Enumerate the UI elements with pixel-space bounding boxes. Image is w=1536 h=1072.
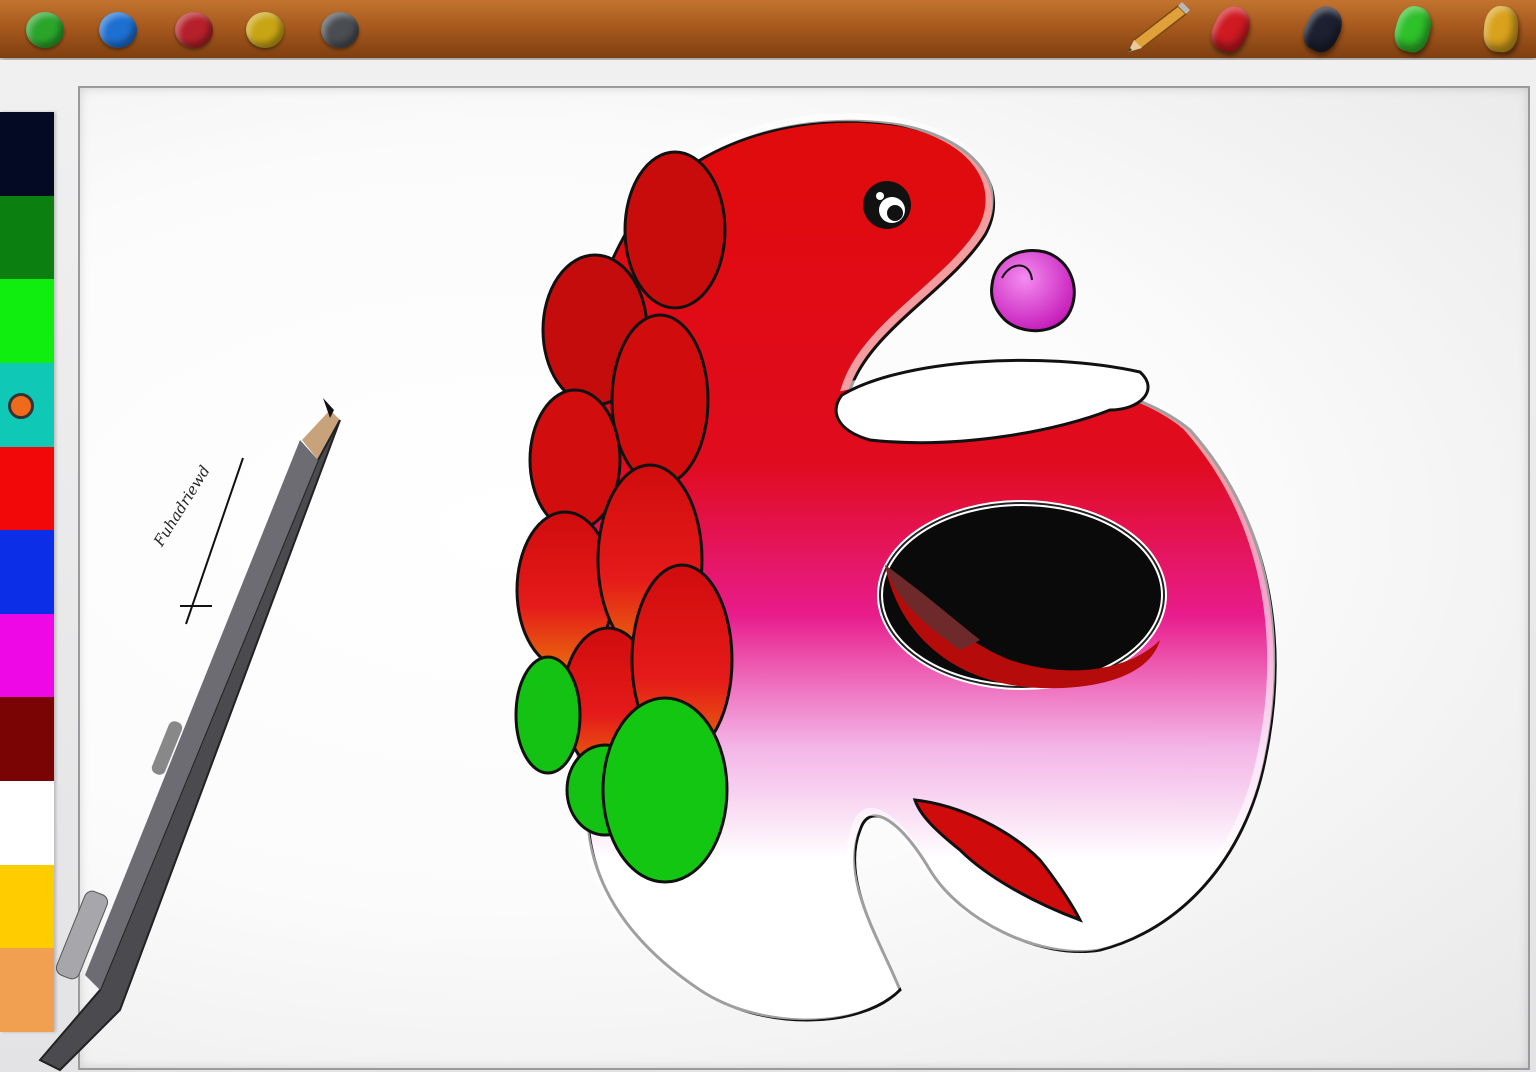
swatch-navy[interactable]	[0, 112, 54, 196]
green-color-dot[interactable]	[26, 12, 64, 48]
drawing-canvas[interactable]	[78, 86, 1530, 1070]
swatch-red[interactable]	[0, 446, 54, 531]
selected-indicator-icon	[8, 392, 34, 419]
swatch-dark-green[interactable]	[0, 195, 54, 280]
swatch-orange[interactable]	[0, 948, 54, 1033]
green-marker[interactable]	[1390, 2, 1436, 56]
swatch-blue[interactable]	[0, 530, 54, 614]
dark-gray-color-dot[interactable]	[321, 12, 359, 48]
yellow-color-dot[interactable]	[246, 12, 284, 48]
red-color-dot[interactable]	[175, 12, 213, 48]
black-marker[interactable]	[1297, 0, 1349, 58]
color-toolbar	[0, 0, 1536, 58]
blue-color-dot[interactable]	[99, 12, 137, 48]
swatch-white[interactable]	[0, 781, 54, 865]
swatch-teal-selected[interactable]	[0, 362, 54, 447]
color-palette	[0, 112, 54, 1033]
swatch-green[interactable]	[0, 279, 54, 363]
swatch-yellow[interactable]	[0, 864, 54, 949]
swatch-maroon[interactable]	[0, 697, 54, 782]
red-marker[interactable]	[1205, 0, 1257, 58]
yellow-marker[interactable]	[1482, 4, 1520, 54]
pencil-icon[interactable]	[1122, 2, 1194, 56]
swatch-magenta[interactable]	[0, 613, 54, 698]
